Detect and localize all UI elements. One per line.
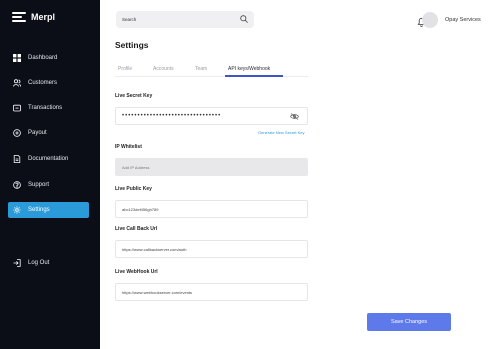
live-public-key-field[interactable]: abc123def456gh789 <box>115 200 308 218</box>
live-webhook-url-field[interactable]: https://www.webhookserver.com/events <box>115 283 308 301</box>
tab-profile[interactable]: Profile <box>118 66 132 72</box>
avatar[interactable] <box>422 12 438 28</box>
sidebar-item-settings[interactable]: Settings <box>8 202 89 218</box>
live-webhook-url-label: Live WebHook Url <box>115 269 158 275</box>
tab-api-keys-webhook[interactable]: API keys/Webhook <box>228 66 270 72</box>
sidebar-item-customers[interactable]: Customers <box>8 75 89 91</box>
sidebar-item-label: Settings <box>28 207 50 213</box>
payout-icon <box>13 129 21 137</box>
live-webhook-url-value: https://www.webhookserver.com/events <box>122 289 193 295</box>
ip-whitelist-label: IP Whitelist <box>115 144 142 150</box>
sidebar-item-payout[interactable]: Payout <box>8 125 89 141</box>
sidebar-item-documentation[interactable]: Documentation <box>8 151 89 167</box>
ip-address-input[interactable]: Add IP Address <box>115 158 308 176</box>
ip-address-placeholder: Add IP Address <box>122 164 150 170</box>
sidebar-item-label: Documentation <box>28 156 69 162</box>
live-secret-key-field[interactable]: •••••••••••••••••••••••••••••••• <box>115 107 308 125</box>
sidebar-item-label: Customers <box>28 80 58 86</box>
live-public-key-label: Live Public Key <box>115 186 152 192</box>
menu-icon <box>12 12 26 22</box>
documentation-icon <box>13 155 21 163</box>
save-changes-button[interactable]: Save Changes <box>367 313 451 331</box>
search-input[interactable]: Search <box>122 17 240 22</box>
dashboard-icon <box>13 54 21 62</box>
sidebar-item-label: Payout <box>28 130 47 136</box>
sidebar-item-label: Dashboard <box>28 55 58 61</box>
tab-accounts[interactable]: Accounts <box>153 66 174 72</box>
sidebar-item-support[interactable]: Support <box>8 177 89 193</box>
sidebar-item-transactions[interactable]: Transactions <box>8 100 89 116</box>
support-icon <box>13 181 21 189</box>
live-callback-url-value: https://www.callbackserver.com/auth <box>122 246 187 252</box>
settings-icon <box>13 206 21 214</box>
live-secret-key-value: •••••••••••••••••••••••••••••••• <box>122 113 222 119</box>
live-callback-url-field[interactable]: https://www.callbackserver.com/auth <box>115 240 308 258</box>
active-tab-indicator <box>225 75 283 77</box>
sidebar: Merpl Dashboard Customers Transactions P… <box>0 0 100 349</box>
tab-team[interactable]: Team <box>195 66 207 72</box>
live-secret-key-label: Live Secret Key <box>115 93 153 99</box>
logout-icon <box>13 259 21 267</box>
username[interactable]: Opay Services <box>445 17 481 23</box>
live-callback-url-label: Live Call Back Url <box>115 226 158 232</box>
search-icon[interactable] <box>240 15 248 24</box>
search-box[interactable]: Search <box>116 11 254 28</box>
page-title: Settings <box>115 40 149 50</box>
customers-icon <box>13 79 21 87</box>
main-content: Search Opay Services Settings Profile Ac… <box>100 0 500 349</box>
sidebar-item-label: Transactions <box>28 105 63 111</box>
live-public-key-value: abc123def456gh789 <box>122 206 159 212</box>
sidebar-item-dashboard[interactable]: Dashboard <box>8 50 89 66</box>
generate-secret-key-link[interactable]: Generate New Secret Key <box>258 130 304 135</box>
logout-label: Log Out <box>28 260 50 266</box>
sidebar-item-label: Support <box>28 182 50 188</box>
brand-logo[interactable]: Merpl <box>12 12 55 22</box>
logout-button[interactable]: Log Out <box>8 255 89 271</box>
brand-name: Merpl <box>31 12 56 22</box>
eye-off-icon[interactable] <box>290 113 299 121</box>
transactions-icon <box>13 104 21 112</box>
